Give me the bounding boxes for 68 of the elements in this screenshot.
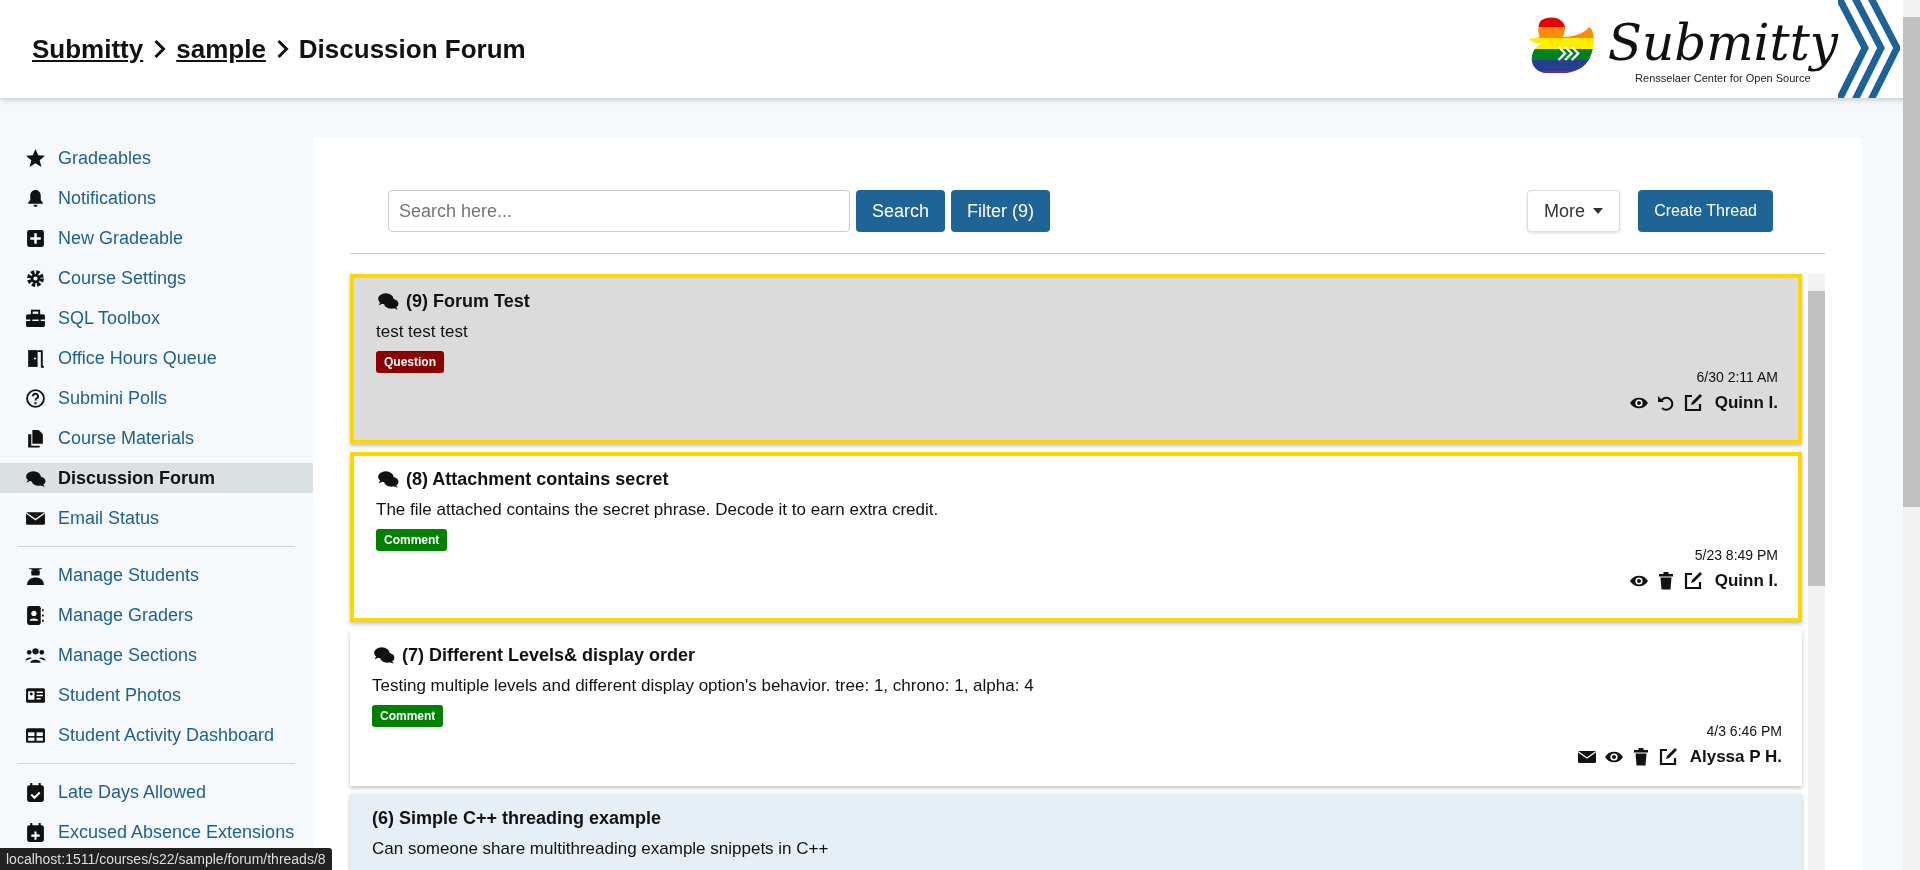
- page-scrollbar[interactable]: [1903, 0, 1920, 870]
- thread-title: (9) Forum Test: [406, 290, 530, 312]
- star-icon: [25, 147, 46, 169]
- sidebar-item[interactable]: Manage Sections: [0, 640, 313, 670]
- sidebar-item[interactable]: Manage Graders: [0, 600, 313, 630]
- thread-date: 5/23 8:49 PM: [1693, 547, 1778, 563]
- edit-icon[interactable]: [1682, 393, 1703, 413]
- sidebar-item[interactable]: Late Days Allowed: [0, 777, 313, 807]
- plus-square-icon: [25, 227, 46, 249]
- sidebar-item[interactable]: SQL Toolbox: [0, 303, 313, 333]
- bell-icon: [25, 187, 46, 209]
- sidebar-item[interactable]: Student Photos: [0, 680, 313, 710]
- sidebar-item[interactable]: Gradeables: [0, 143, 313, 173]
- category-tag: Question: [376, 351, 444, 373]
- create-thread-button[interactable]: Create Thread: [1638, 190, 1773, 232]
- sidebar-item[interactable]: Discussion Forum: [0, 463, 313, 493]
- gear-icon: [25, 267, 46, 289]
- search-button[interactable]: Search: [856, 190, 946, 232]
- undo-icon[interactable]: [1655, 393, 1676, 413]
- door-icon: [25, 347, 46, 369]
- breadcrumb-link[interactable]: Submitty: [32, 33, 144, 65]
- logo-tagline: Rensselaer Center for Open Source: [1635, 72, 1811, 84]
- thread-card[interactable]: (8) Attachment contains secret The file attached contains the secret phrase. Decode it to earn extra credit. Comment 5/23 8:49 PM Quinn I.: [350, 452, 1802, 622]
- sidebar-item[interactable]: New Gradeable: [0, 223, 313, 253]
- filter-button[interactable]: Filter (9): [951, 190, 1051, 232]
- sidebar-item[interactable]: Notifications: [0, 183, 313, 213]
- breadcrumb-link[interactable]: sample: [176, 33, 266, 65]
- thread-title: (6) Simple C++ threading example: [372, 808, 662, 829]
- sidebar-item[interactable]: Student Activity Dashboard: [0, 720, 313, 750]
- url-tooltip: localhost:1511/courses/s22/sample/forum/threads/8: [0, 848, 332, 870]
- toolbox-icon: [25, 307, 46, 329]
- author-name: Alyssa P H.: [1689, 747, 1782, 767]
- scrollbar[interactable]: [1808, 274, 1825, 870]
- edit-icon[interactable]: [1657, 747, 1678, 767]
- thread-preview: The file attached contains the secret phrase. Decode it to earn extra credit.: [376, 500, 940, 520]
- sidebar-item[interactable]: Office Hours Queue: [0, 343, 313, 373]
- chevron-icon: [275, 39, 289, 59]
- author-name: Quinn I.: [1714, 393, 1778, 413]
- thread-card[interactable]: (9) Forum Test test test test Question 6/30 2:11 AM Quinn I.: [350, 274, 1802, 444]
- sidebar-item[interactable]: Submini Polls: [0, 383, 313, 413]
- chevron-icon: [153, 39, 167, 59]
- thread-date: 6/30 2:11 AM: [1695, 369, 1778, 385]
- thread-preview: Testing multiple levels and different display option's behavior. tree: 1, chrono: 1, alpha: 4: [372, 676, 1035, 696]
- thread-card[interactable]: (6) Simple C++ threading example Can someone share multithreading example snippets in C++: [350, 794, 1802, 870]
- more-dropdown[interactable]: More: [1527, 190, 1621, 232]
- thread-preview: Can someone share multithreading example snippets in C++: [372, 839, 830, 859]
- calendar-plus-icon: [25, 821, 46, 843]
- sidebar-item[interactable]: Manage Students: [0, 560, 313, 590]
- sidebar-item[interactable]: Email Status: [0, 503, 313, 533]
- search-field[interactable]: Search here...: [388, 190, 850, 232]
- contact-icon: [25, 604, 46, 626]
- sidebar-item[interactable]: Course Materials: [0, 423, 313, 453]
- author-name: Quinn I.: [1714, 571, 1778, 591]
- chevrons-icon: [1838, 0, 1900, 98]
- sidebar-item[interactable]: Course Settings: [0, 263, 313, 293]
- thread-card[interactable]: (7) Different Levels& display order Testing multiple levels and different display option's behavior. tree: 1, chrono: 1, alpha: 4 Comment 4/3 6:46 PM Alyssa P H.: [350, 630, 1802, 786]
- calendar-check-icon: [25, 781, 46, 803]
- thread-preview: test test test: [376, 322, 469, 342]
- page-title: Discussion Forum: [298, 33, 526, 65]
- category-tag: Comment: [372, 705, 444, 727]
- question-icon: [25, 387, 46, 409]
- thread-date: 4/3 6:46 PM: [1705, 723, 1782, 739]
- category-tag: Comment: [376, 529, 448, 551]
- sidebar-item[interactable]: Excused Absence Extensions: [0, 817, 313, 847]
- files-icon: [25, 427, 46, 449]
- thread-title: (8) Attachment contains secret: [406, 468, 669, 490]
- edit-icon[interactable]: [1682, 571, 1703, 591]
- thread-title: (7) Different Levels& display order: [402, 644, 696, 666]
